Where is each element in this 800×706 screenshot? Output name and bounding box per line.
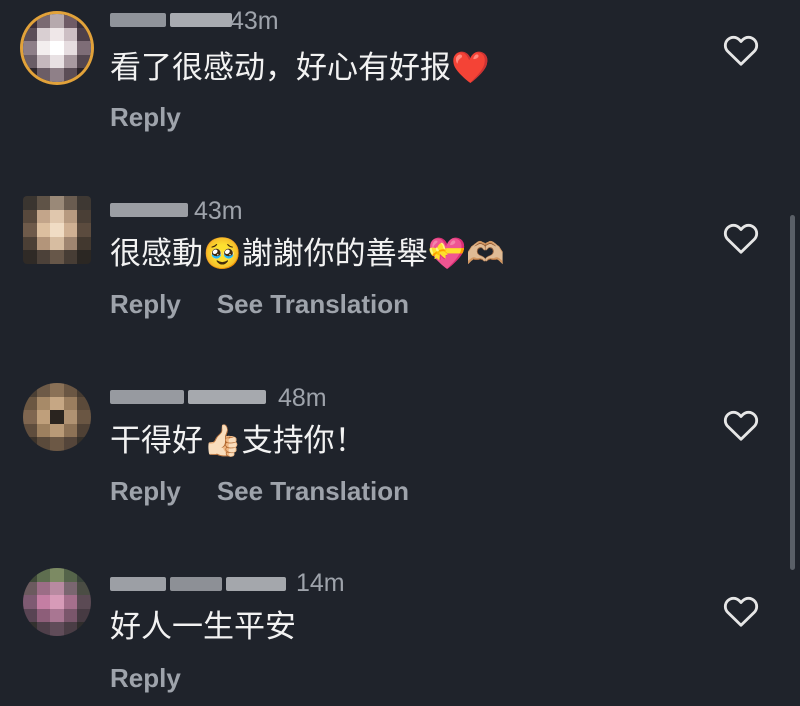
- heart-outline-icon[interactable]: [723, 33, 759, 67]
- username-obscured[interactable]: [110, 10, 236, 30]
- comment-actions: Reply See Translation: [110, 287, 409, 321]
- comment-text: 很感動🥹謝謝你的善舉💝🫶🏼: [110, 236, 505, 272]
- reply-button[interactable]: Reply: [110, 474, 181, 508]
- comment-item: 43m 很感動🥹謝謝你的善舉💝🫶🏼 Reply See Translation: [0, 186, 800, 336]
- heart-outline-icon[interactable]: [723, 594, 759, 628]
- comment-timestamp: 43m: [230, 7, 279, 35]
- comment-list: 43m 看了很感动，好心有好报❤️ Reply 43m 很感動🥹謝謝你的善舉💝🫶…: [0, 0, 800, 706]
- reply-button[interactable]: Reply: [110, 287, 181, 321]
- comment-timestamp: 14m: [296, 569, 345, 597]
- comment-item: 14m 好人一生平安 Reply: [0, 560, 800, 706]
- comment-item: 43m 看了很感动，好心有好报❤️ Reply: [0, 0, 800, 150]
- scrollbar[interactable]: [790, 215, 795, 570]
- username-obscured[interactable]: [110, 200, 192, 220]
- comment-text: 看了很感动，好心有好报❤️: [110, 50, 490, 86]
- reply-button[interactable]: Reply: [110, 100, 181, 134]
- comment-text: 好人一生平安: [110, 609, 296, 645]
- heart-outline-icon[interactable]: [723, 408, 759, 442]
- comment-actions: Reply: [110, 661, 181, 695]
- comment-item: 48m 干得好👍🏻支持你！ Reply See Translation: [0, 373, 800, 523]
- username-obscured[interactable]: [110, 574, 290, 594]
- heart-outline-icon[interactable]: [723, 221, 759, 255]
- comment-actions: Reply See Translation: [110, 474, 409, 508]
- avatar[interactable]: [23, 383, 91, 451]
- avatar[interactable]: [23, 196, 91, 264]
- reply-button[interactable]: Reply: [110, 661, 181, 695]
- username-obscured[interactable]: [110, 387, 270, 407]
- avatar[interactable]: [23, 14, 91, 82]
- see-translation-button[interactable]: See Translation: [217, 474, 409, 508]
- comment-actions: Reply: [110, 100, 181, 134]
- comment-timestamp: 48m: [278, 384, 327, 412]
- comment-timestamp: 43m: [194, 197, 243, 225]
- avatar[interactable]: [23, 568, 91, 636]
- comment-text: 干得好👍🏻支持你！: [110, 423, 366, 459]
- see-translation-button[interactable]: See Translation: [217, 287, 409, 321]
